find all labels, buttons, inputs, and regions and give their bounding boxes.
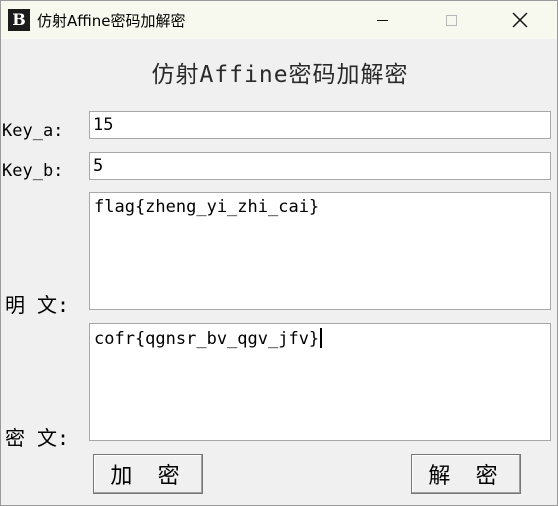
encrypt-button[interactable]: 加 密	[93, 454, 203, 494]
close-icon	[512, 12, 528, 28]
ciphertext-label: 密 文:	[5, 426, 70, 450]
app-icon: B	[8, 9, 30, 31]
key-b-label: Key_b:	[2, 161, 64, 181]
text-caret	[320, 328, 323, 348]
key-a-label: Key_a:	[2, 121, 64, 141]
maximize-button[interactable]	[428, 1, 474, 39]
key-b-input[interactable]	[89, 152, 551, 180]
window-title: 仿射Affine密码加解密	[37, 12, 186, 30]
page-heading: 仿射Affine密码加解密	[151, 62, 409, 88]
minimize-icon	[376, 19, 388, 21]
plaintext-value: flag{zheng_yi_zhi_cai}	[94, 197, 320, 217]
app-window: B 仿射Affine密码加解密 仿射Affine密码加解密 Key_a: Key…	[0, 0, 558, 506]
plaintext-label: 明 文:	[5, 293, 70, 317]
maximize-icon	[445, 14, 457, 26]
key-a-input[interactable]	[89, 111, 551, 139]
title-bar[interactable]: B 仿射Affine密码加解密	[1, 1, 557, 39]
plaintext-area[interactable]: flag{zheng_yi_zhi_cai}	[89, 192, 551, 310]
ciphertext-area[interactable]: cofr{qgnsr_bv_qgv_jfv}	[89, 323, 551, 441]
minimize-button[interactable]	[359, 1, 405, 39]
ciphertext-value: cofr{qgnsr_bv_qgv_jfv}	[94, 329, 320, 349]
decrypt-button[interactable]: 解 密	[411, 454, 521, 494]
close-button[interactable]	[497, 1, 543, 39]
